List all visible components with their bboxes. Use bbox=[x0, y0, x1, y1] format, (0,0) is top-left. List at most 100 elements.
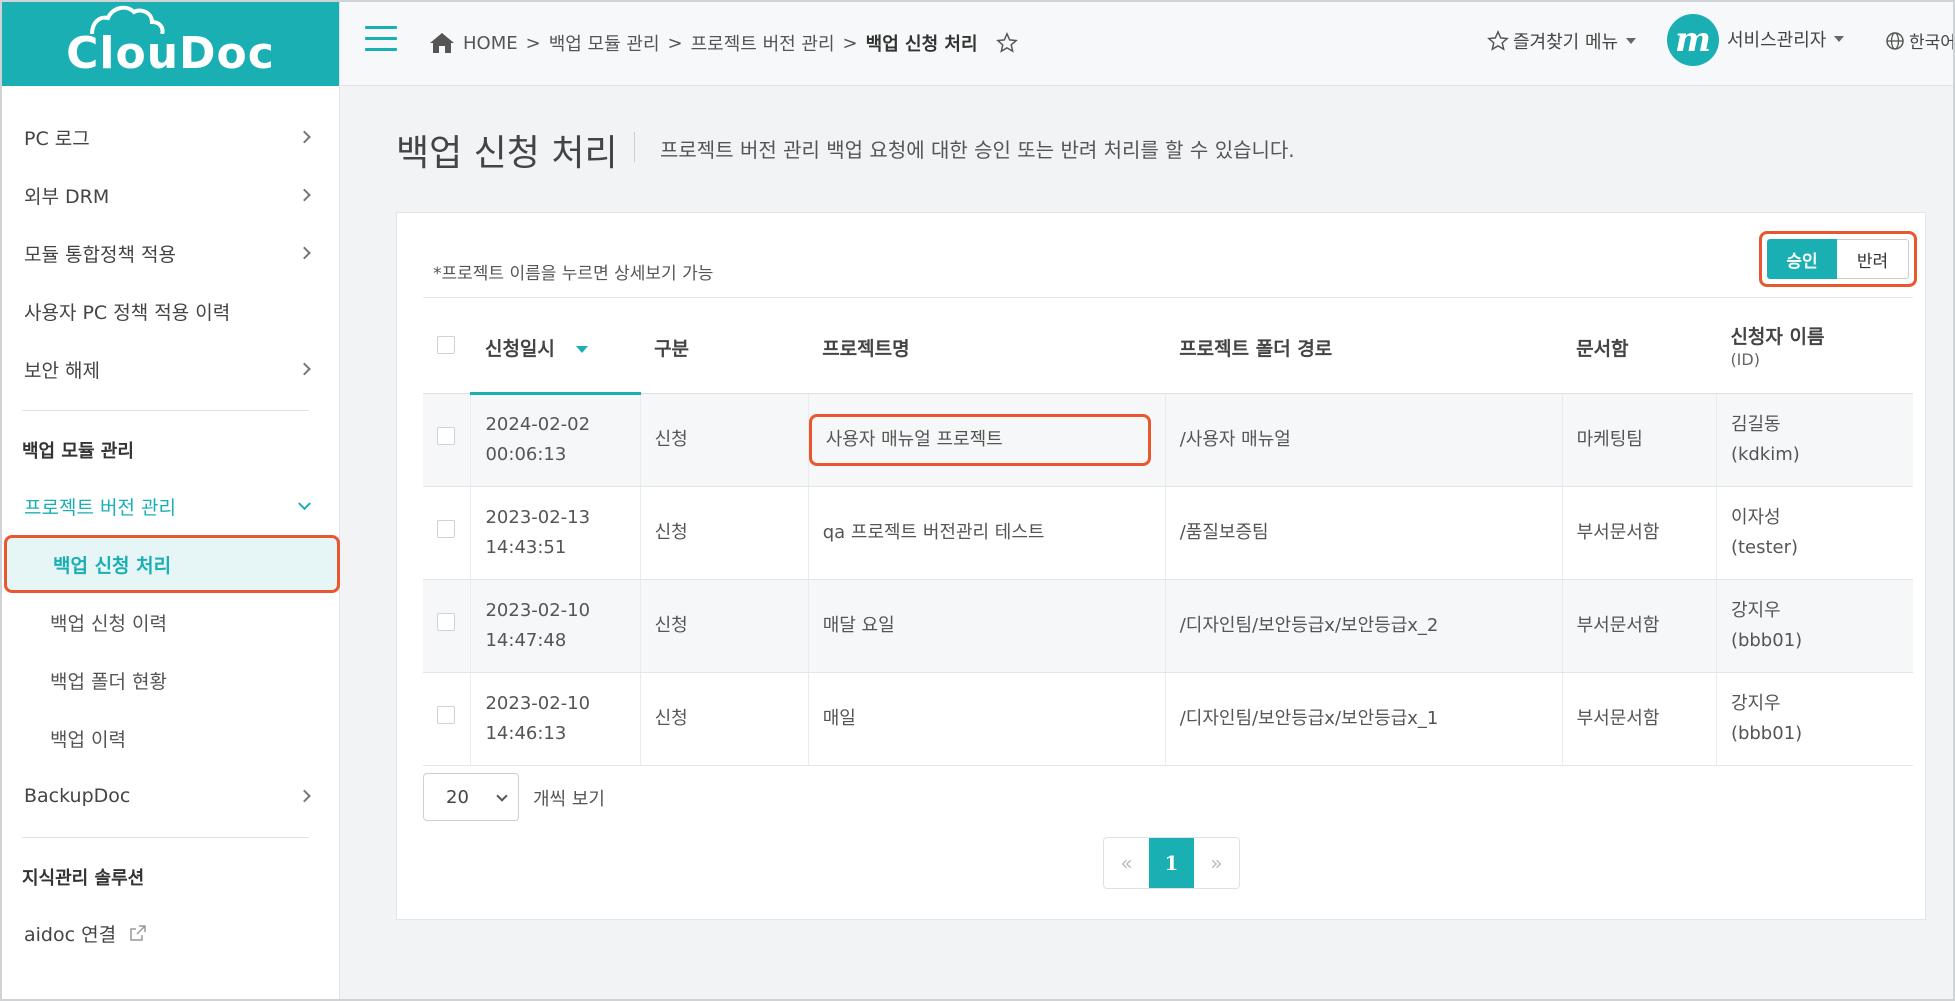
project-cell: 매달 요일 bbox=[808, 579, 1166, 673]
applicant-name: 이자성 bbox=[1730, 506, 1781, 528]
chevron-down-icon bbox=[298, 497, 311, 511]
caret-down-icon bbox=[1626, 38, 1637, 44]
request-time: 14:47:48 bbox=[485, 629, 567, 651]
row-checkbox[interactable] bbox=[437, 705, 455, 724]
date-cell: 2023-02-13 14:43:51 bbox=[470, 486, 641, 580]
avatar[interactable]: m bbox=[1667, 14, 1719, 66]
applicant-cell: 이자성 (tester) bbox=[1716, 486, 1913, 580]
applicant-id: (bbb01) bbox=[1730, 629, 1803, 651]
user-menu[interactable]: 서비스관리자 bbox=[1727, 26, 1845, 52]
sidebar-item-label: 모듈 통합정책 적용 bbox=[24, 243, 176, 266]
approve-button[interactable]: 승인 bbox=[1767, 239, 1838, 279]
backup-request-table: 신청일시 구분 프로젝트명 프로젝트 폴더 경로 문서함 신청자 이름 (ID)… bbox=[423, 303, 1913, 766]
applicant-name: 강지우 bbox=[1730, 692, 1781, 714]
reject-button[interactable]: 반려 bbox=[1837, 239, 1909, 279]
favorites-menu[interactable]: 즐겨찾기 메뉴 bbox=[1487, 28, 1637, 54]
logo-text: ClouDoc bbox=[66, 27, 275, 79]
header-type[interactable]: 구분 bbox=[640, 303, 809, 394]
sidebar-divider bbox=[22, 410, 309, 411]
caret-down-icon bbox=[1834, 36, 1845, 42]
header-project[interactable]: 프로젝트명 bbox=[808, 303, 1166, 394]
divider bbox=[423, 297, 1913, 298]
sidebar-item-label: BackupDoc bbox=[24, 785, 131, 807]
applicant-id: (tester) bbox=[1730, 536, 1799, 558]
header-path[interactable]: 프로젝트 폴더 경로 bbox=[1165, 303, 1563, 394]
row-select-cell bbox=[423, 579, 472, 673]
logo[interactable]: ClouDoc bbox=[2, 2, 339, 86]
path-cell: /품질보증팀 bbox=[1165, 486, 1563, 580]
sidebar-item-project-version[interactable]: 프로젝트 버전 관리 bbox=[2, 477, 339, 535]
sidebar-subitem-backup-history[interactable]: 백업 이력 bbox=[2, 709, 339, 767]
header-date[interactable]: 신청일시 bbox=[470, 303, 641, 395]
row-checkbox[interactable] bbox=[437, 519, 455, 538]
sidebar-item-label: 외부 DRM bbox=[24, 185, 110, 208]
sidebar-item-pc-log[interactable]: PC 로그 bbox=[2, 108, 339, 166]
table-header-row: 신청일시 구분 프로젝트명 프로젝트 폴더 경로 문서함 신청자 이름 (ID) bbox=[423, 303, 1913, 395]
sidebar-item-label: 백업 폴더 현황 bbox=[50, 670, 167, 693]
prev-page-button[interactable]: « bbox=[1104, 838, 1149, 888]
request-date: 2024-02-02 bbox=[485, 414, 591, 435]
sidebar-item-external-drm[interactable]: 외부 DRM bbox=[2, 166, 339, 224]
applicant-id: (bbb01) bbox=[1730, 722, 1803, 744]
row-select-cell bbox=[423, 486, 472, 580]
page-button-current[interactable]: 1 bbox=[1149, 838, 1194, 888]
applicant-cell: 강지우 (bbb01) bbox=[1716, 672, 1913, 766]
project-name-link[interactable]: qa 프로젝트 버전관리 테스트 bbox=[823, 522, 1045, 543]
hamburger-menu-icon[interactable] bbox=[365, 26, 397, 54]
sidebar-group-knowledge: 지식관리 솔루션 bbox=[22, 868, 145, 889]
next-page-button[interactable]: » bbox=[1194, 838, 1239, 888]
breadcrumb-project-version[interactable]: 프로젝트 버전 관리 bbox=[691, 30, 835, 56]
sidebar-item-label: 백업 신청 이력 bbox=[50, 612, 167, 635]
pagination: « 1 » bbox=[1103, 837, 1240, 889]
applicant-name: 김길동 bbox=[1730, 413, 1781, 435]
sidebar-subitem-backup-request-history[interactable]: 백업 신청 이력 bbox=[2, 593, 339, 651]
select-all-checkbox[interactable] bbox=[437, 336, 455, 355]
path-cell: /디자인팀/보안등급x/보안등급x_1 bbox=[1165, 672, 1563, 766]
breadcrumb-home[interactable]: HOME bbox=[463, 33, 518, 54]
project-name-link[interactable]: 매달 요일 bbox=[823, 615, 895, 636]
star-icon[interactable] bbox=[995, 32, 1018, 54]
chevron-right-icon bbox=[298, 246, 311, 260]
date-cell: 2023-02-10 14:46:13 bbox=[470, 672, 641, 766]
project-cell: 사용자 매뉴얼 프로젝트 bbox=[808, 393, 1166, 487]
language-label: 한국어 bbox=[1909, 33, 1955, 53]
sidebar-subitem-backup-request-process[interactable]: 백업 신청 처리 bbox=[4, 535, 340, 593]
sidebar-item-label: PC 로그 bbox=[24, 127, 90, 150]
language-menu[interactable]: 한국어 bbox=[1885, 28, 1955, 53]
sidebar-subitem-backup-folder-status[interactable]: 백업 폴더 현황 bbox=[2, 651, 339, 709]
breadcrumb-backup-module[interactable]: 백업 모듈 관리 bbox=[549, 30, 660, 56]
header-applicant[interactable]: 신청자 이름 (ID) bbox=[1716, 303, 1913, 394]
row-checkbox[interactable] bbox=[437, 426, 455, 445]
docbox-cell: 부서문서함 bbox=[1562, 486, 1717, 580]
breadcrumb-separator: > bbox=[667, 32, 683, 54]
applicant-cell: 강지우 (bbb01) bbox=[1716, 579, 1913, 673]
row-checkbox[interactable] bbox=[437, 612, 455, 631]
sidebar-item-security-release[interactable]: 보안 해제 bbox=[2, 340, 339, 398]
sidebar-item-module-policy[interactable]: 모듈 통합정책 적용 bbox=[2, 224, 339, 282]
applicant-cell: 김길동 (kdkim) bbox=[1716, 393, 1913, 487]
project-name-link[interactable]: 사용자 매뉴얼 프로젝트 bbox=[808, 413, 1151, 466]
page-size-select[interactable]: 20 bbox=[423, 773, 519, 821]
docbox-cell: 부서문서함 bbox=[1562, 579, 1717, 673]
project-name-link[interactable]: 매일 bbox=[823, 708, 856, 729]
page-description: 프로젝트 버전 관리 백업 요청에 대한 승인 또는 반려 처리를 할 수 있습… bbox=[660, 138, 1295, 162]
type-cell: 신청 bbox=[640, 579, 809, 673]
applicant-id: (kdkim) bbox=[1730, 443, 1800, 465]
header-docbox[interactable]: 문서함 bbox=[1562, 303, 1717, 394]
project-cell: 매일 bbox=[808, 672, 1166, 766]
sidebar-divider bbox=[22, 837, 309, 838]
content-card: *프로젝트 이름을 누르면 상세보기 가능 승인 반려 신청일시 구분 프로젝트… bbox=[396, 212, 1926, 920]
sidebar: ClouDoc PC 로그 외부 DRM 모듈 통합정책 적용 사용자 PC 정… bbox=[2, 2, 340, 999]
home-icon[interactable] bbox=[429, 31, 455, 55]
type-cell: 신청 bbox=[640, 486, 809, 580]
breadcrumb: HOME > 백업 모듈 관리 > 프로젝트 버전 관리 > 백업 신청 처리 bbox=[429, 30, 1018, 56]
date-cell: 2023-02-10 14:47:48 bbox=[470, 579, 641, 673]
sidebar-menu: PC 로그 외부 DRM 모듈 통합정책 적용 사용자 PC 정책 적용 이력 … bbox=[2, 86, 340, 962]
path-cell: /사용자 매뉴얼 bbox=[1165, 393, 1563, 487]
sidebar-item-backupdoc[interactable]: BackupDoc bbox=[2, 767, 339, 825]
action-button-group: 승인 반려 bbox=[1759, 231, 1917, 287]
sidebar-item-user-pc-policy-history[interactable]: 사용자 PC 정책 적용 이력 bbox=[2, 282, 339, 340]
sidebar-item-aidoc[interactable]: aidoc 연결 bbox=[2, 904, 339, 962]
sort-desc-icon bbox=[575, 345, 588, 353]
page-size-value: 20 bbox=[446, 786, 469, 808]
